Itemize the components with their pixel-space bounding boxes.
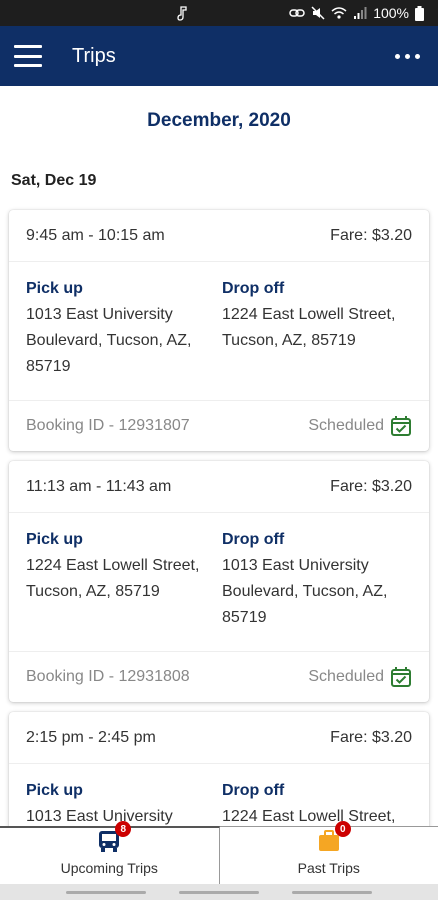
dropoff-label: Drop off (222, 531, 285, 548)
tab-past-label: Past Trips (297, 860, 360, 876)
tab-upcoming-trips[interactable]: 8 Upcoming Trips (0, 821, 220, 884)
bottom-nav: 8 Upcoming Trips 0 Past Trips (0, 821, 438, 884)
trip-card[interactable]: 9:45 am - 10:15 am Fare: $3.20 Pick up 1… (9, 210, 429, 451)
trip-fare: Fare: $3.20 (330, 226, 412, 244)
tab-upcoming-label: Upcoming Trips (60, 860, 158, 876)
month-header: December, 2020 (147, 110, 291, 131)
wifi-icon (331, 7, 347, 19)
day-header: Sat, Dec 19 (11, 172, 97, 189)
status-text: Scheduled (308, 668, 384, 685)
pickup-label: Pick up (26, 280, 83, 297)
upcoming-badge: 8 (115, 821, 132, 837)
dropoff-label: Drop off (222, 280, 285, 297)
status-text: Scheduled (308, 417, 384, 434)
notification-icon (177, 6, 187, 21)
trip-time: 2:15 pm - 2:45 pm (26, 728, 156, 746)
trip-card[interactable]: 11:13 am - 11:43 am Fare: $3.20 Pick up … (9, 461, 429, 702)
battery-percent: 100% (373, 5, 409, 21)
signal-icon (354, 7, 367, 19)
link-icon (289, 9, 305, 17)
past-badge: 0 (334, 821, 351, 837)
booking-id: Booking ID - 12931808 (26, 668, 190, 685)
more-options-icon[interactable] (395, 53, 420, 59)
app-bar: Trips (0, 26, 438, 86)
gesture-handle[interactable] (178, 890, 259, 894)
page-title: Trips (72, 44, 116, 67)
calendar-check-icon (391, 416, 411, 436)
trip-fare: Fare: $3.20 (330, 477, 412, 495)
trip-fare: Fare: $3.20 (330, 728, 412, 746)
pickup-label: Pick up (26, 531, 83, 548)
mute-icon (311, 6, 325, 20)
tab-past-trips[interactable]: 0 Past Trips (220, 821, 438, 884)
dropoff-address: 1224 East Lowell Street, (222, 808, 396, 825)
trip-card[interactable]: 2:15 pm - 2:45 pm Fare: $3.20 Pick up 10… (9, 712, 429, 828)
trip-time: 11:13 am - 11:43 am (26, 477, 172, 495)
gesture-bar (0, 884, 438, 900)
pickup-label: Pick up (26, 782, 83, 799)
dropoff-address: 1224 East Lowell Street, Tucson, AZ, 857… (222, 306, 396, 349)
calendar-check-icon (391, 667, 411, 687)
gesture-handle[interactable] (291, 890, 372, 894)
dropoff-label: Drop off (222, 782, 285, 799)
trip-time: 9:45 am - 10:15 am (26, 226, 165, 244)
status-bar: 100% (0, 0, 438, 26)
gesture-handle[interactable] (66, 890, 147, 894)
hamburger-menu-icon[interactable] (14, 45, 42, 67)
booking-id: Booking ID - 12931807 (26, 417, 190, 434)
pickup-address: 1013 East University Boulevard, Tucson, … (26, 306, 192, 375)
dropoff-address: 1013 East University Boulevard, Tucson, … (222, 557, 388, 626)
pickup-address: 1224 East Lowell Street, Tucson, AZ, 857… (26, 557, 200, 600)
trips-list[interactable]: December, 2020 Sat, Dec 19 9:45 am - 10:… (0, 86, 438, 828)
battery-icon (415, 5, 424, 21)
